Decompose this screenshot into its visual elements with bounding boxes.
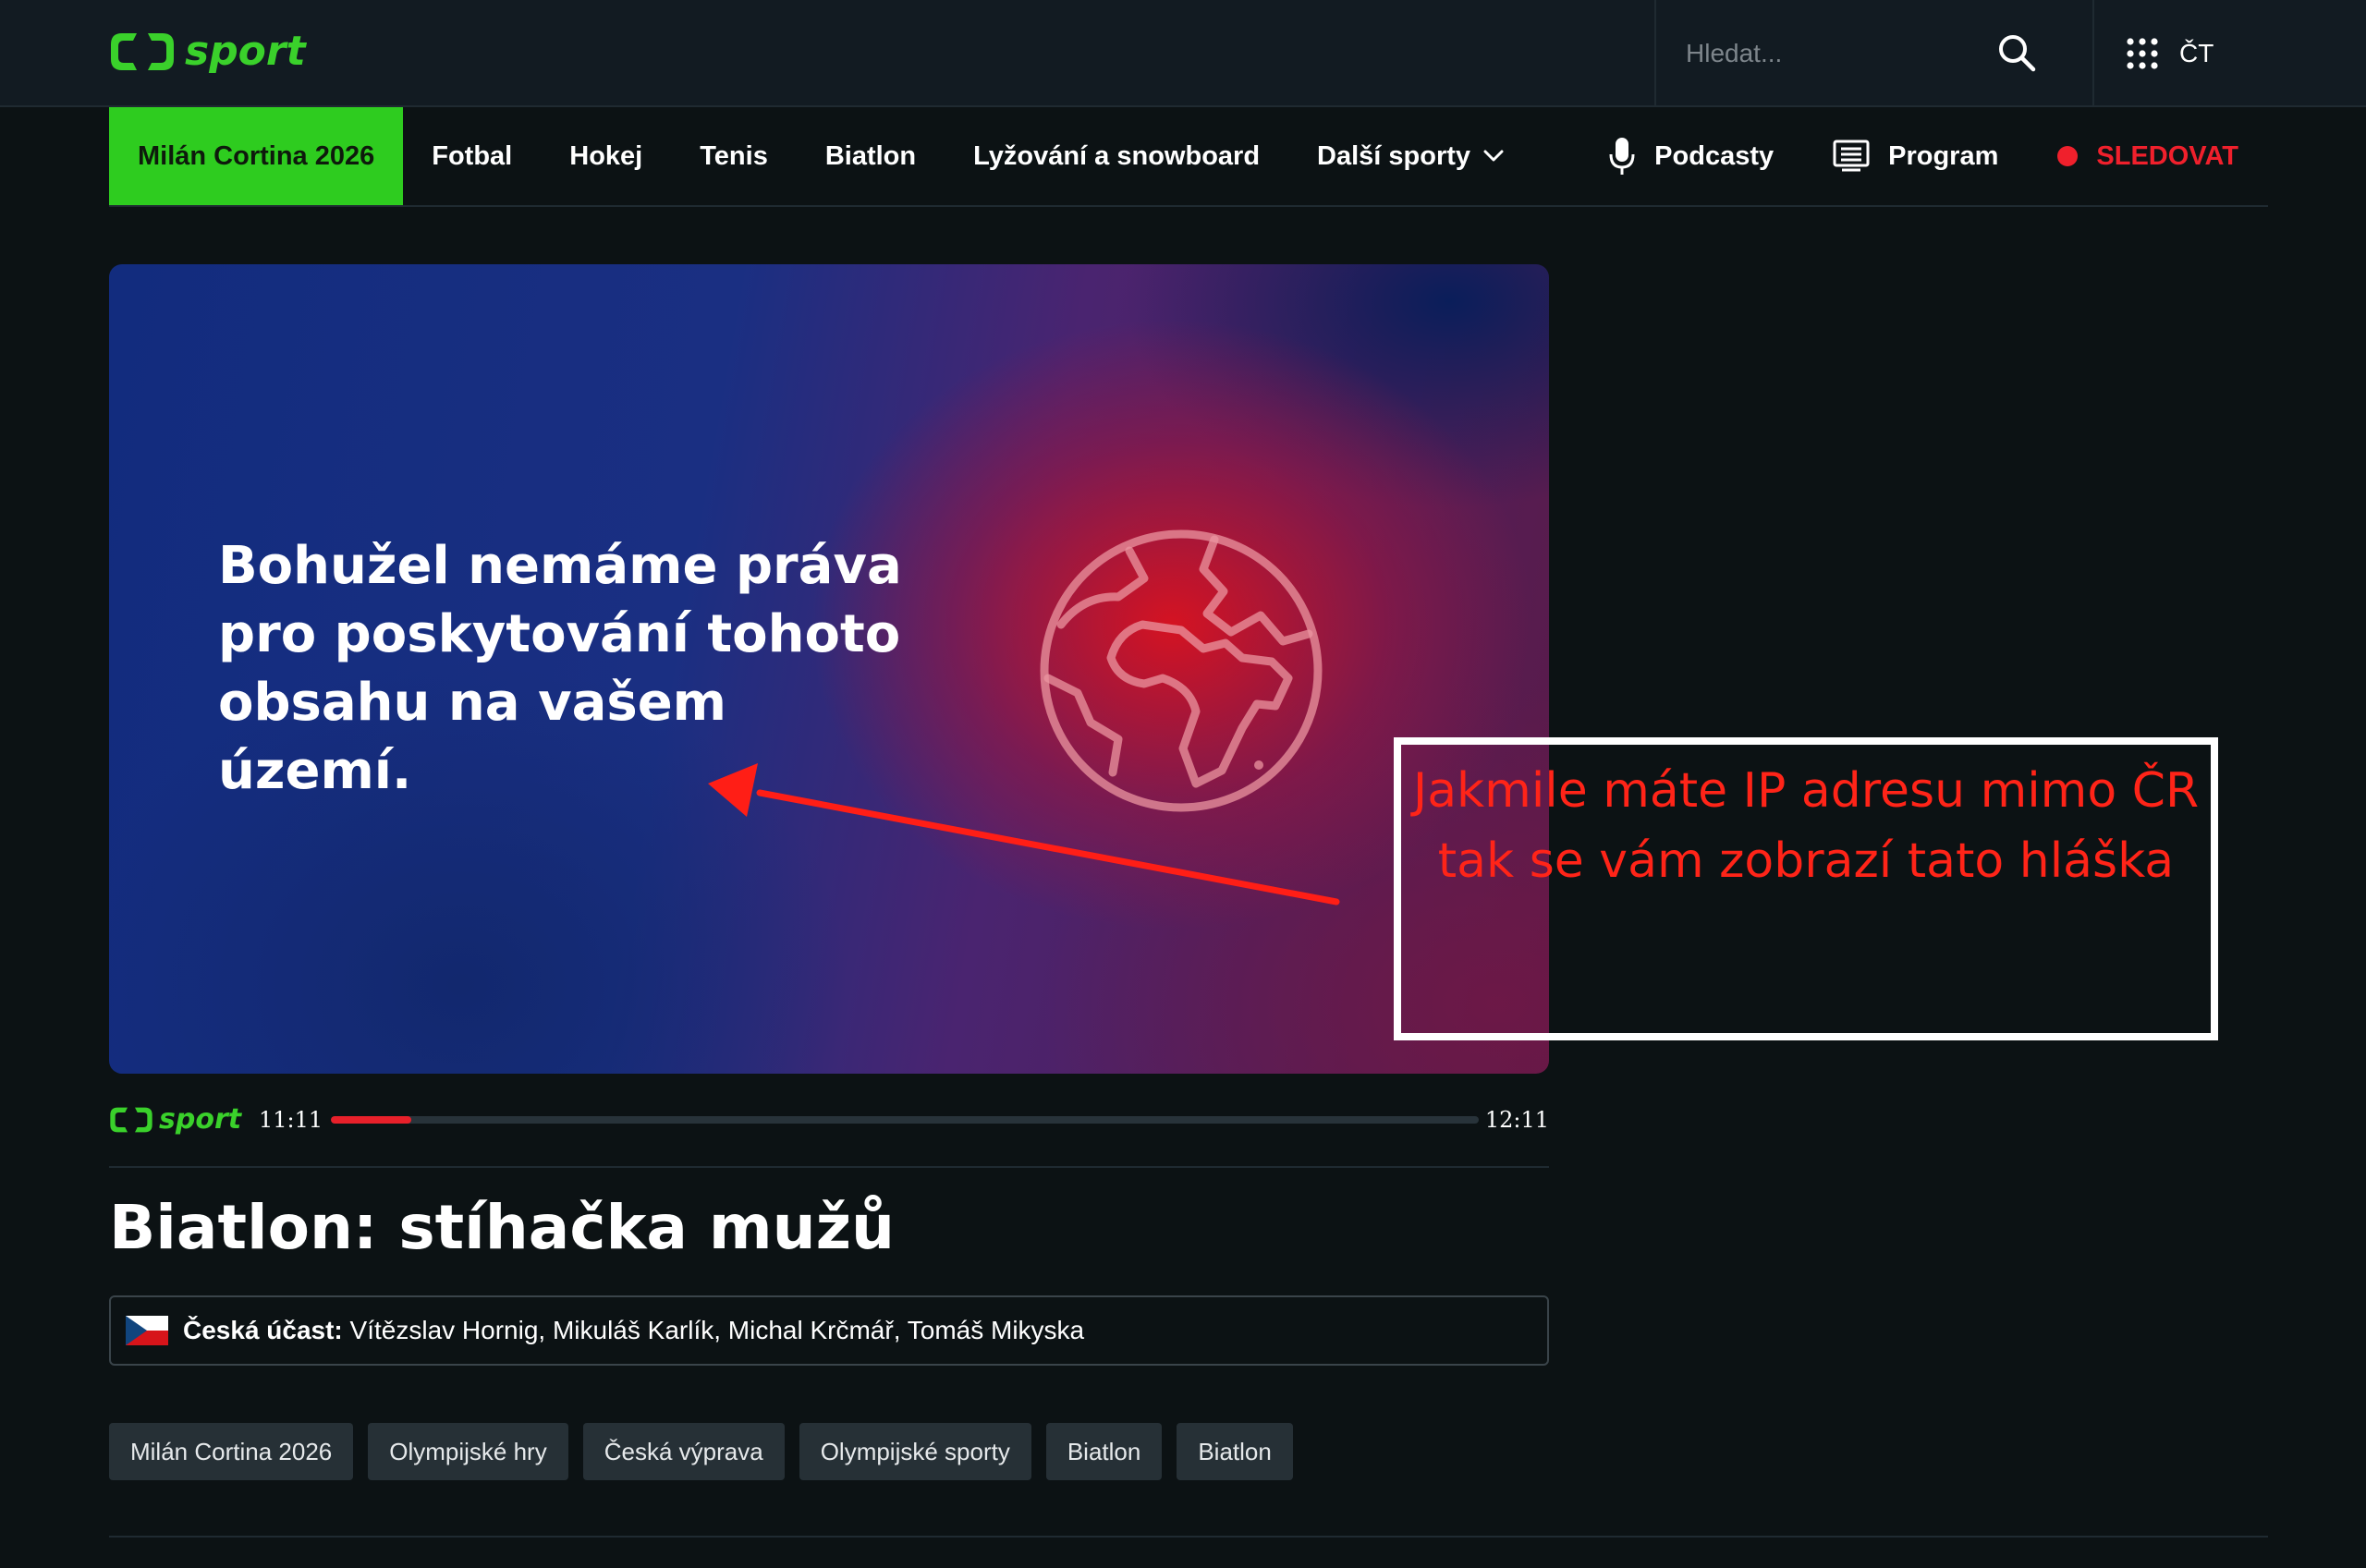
search-button[interactable] <box>1989 26 2044 81</box>
nav-item-label: Další sporty <box>1317 140 1471 171</box>
nav-item-lyzovani[interactable]: Lyžování a snowboard <box>945 107 1288 205</box>
czech-flag-icon <box>126 1316 168 1345</box>
end-time: 12:11 <box>1484 1107 1549 1133</box>
main-nav: Milán Cortina 2026 Fotbal Hokej Tenis Bi… <box>109 107 2268 207</box>
tag-biatlon[interactable]: Biatlon <box>1045 1423 1163 1480</box>
progress-track <box>331 1116 1479 1124</box>
nav-item-fotbal[interactable]: Fotbal <box>403 107 541 205</box>
podcasts-label: Podcasty <box>1654 140 1774 171</box>
page-title: Biatlon: stíhačka mužů <box>109 1192 896 1263</box>
live-dot-icon <box>2057 146 2079 166</box>
ct-sport-logo[interactable]: sport <box>109 26 306 78</box>
apps-menu-button[interactable]: ČT <box>2126 26 2214 81</box>
ct-logo-small-icon <box>110 1107 152 1133</box>
search-area <box>1654 0 2094 107</box>
small-logo-text: sport <box>159 1103 242 1136</box>
search-input[interactable] <box>1686 28 1991 79</box>
podcasts-link[interactable]: Podcasty <box>1608 136 1774 176</box>
czech-participation-box: Česká účast: Vítězslav Hornig, Mikuláš K… <box>109 1295 1549 1366</box>
nav-item-hokej[interactable]: Hokej <box>541 107 671 205</box>
start-time: 11:11 <box>259 1107 323 1133</box>
broadcast-progress: sport 11:11 12:11 <box>109 1101 1549 1138</box>
nav-item-label: Hokej <box>569 140 643 171</box>
nav-item-label: Fotbal <box>432 140 513 171</box>
ct-logo-icon <box>111 33 174 70</box>
live-watch-link[interactable]: SLEDOVAT <box>2057 141 2238 172</box>
globe-icon <box>1040 529 1323 812</box>
tag-biatlon-2[interactable]: Biatlon <box>1177 1423 1293 1480</box>
divider <box>109 1166 1549 1168</box>
nav-item-tenis[interactable]: Tenis <box>671 107 797 205</box>
progress-fill <box>331 1116 411 1124</box>
tag-olympijske-hry[interactable]: Olympijské hry <box>368 1423 568 1480</box>
chevron-down-icon <box>1483 150 1504 162</box>
grid-icon <box>2127 38 2158 69</box>
top-bar: sport ČT <box>0 0 2366 107</box>
annotation-line-2: tak se vám zobrazí tato hláška <box>1437 833 2175 889</box>
nav-item-label: Tenis <box>700 140 768 171</box>
nav-item-dalsi-sporty[interactable]: Další sporty <box>1288 107 1532 205</box>
program-link[interactable]: Program <box>1833 140 1998 173</box>
microphone-icon <box>1609 138 1635 175</box>
geo-block-message: Bohužel nemáme práva pro poskytování toh… <box>218 536 902 801</box>
ct-label: ČT <box>2179 39 2214 67</box>
logo-text: sport <box>185 28 306 75</box>
small-ct-sport-logo: sport <box>109 1105 241 1135</box>
tag-olympijske-sporty[interactable]: Olympijské sporty <box>799 1423 1031 1480</box>
annotation-box: Jakmile máte IP adresu mimo ČR tak se vá… <box>1394 737 2218 1040</box>
annotation-line-1: Jakmile máte IP adresu mimo ČR <box>1412 763 2200 819</box>
annotation-text: Jakmile máte IP adresu mimo ČR tak se vá… <box>1401 756 2211 896</box>
nav-item-label: Lyžování a snowboard <box>973 140 1261 171</box>
czech-participants: Vítězslav Hornig, Mikuláš Karlík, Michal… <box>349 1316 1085 1344</box>
program-list-icon <box>1833 140 1870 172</box>
nav-item-milan-cortina[interactable]: Milán Cortina 2026 <box>109 107 404 205</box>
video-player[interactable]: Bohužel nemáme práva pro poskytování toh… <box>109 264 1549 1074</box>
czech-participation-label: Česká účast: <box>183 1316 343 1344</box>
program-label: Program <box>1888 140 1999 171</box>
divider <box>109 1536 2268 1538</box>
nav-item-label: Milán Cortina 2026 <box>138 140 375 171</box>
tag-milan-cortina[interactable]: Milán Cortina 2026 <box>109 1423 354 1480</box>
live-label: SLEDOVAT <box>2096 140 2238 171</box>
tag-ceska-vyprava[interactable]: Česká výprava <box>582 1423 785 1480</box>
search-icon <box>1999 34 2036 71</box>
nav-item-label: Biatlon <box>824 140 917 171</box>
tag-list: Milán Cortina 2026 Olympijské hry Česká … <box>109 1423 1293 1480</box>
nav-item-biatlon[interactable]: Biatlon <box>797 107 945 205</box>
